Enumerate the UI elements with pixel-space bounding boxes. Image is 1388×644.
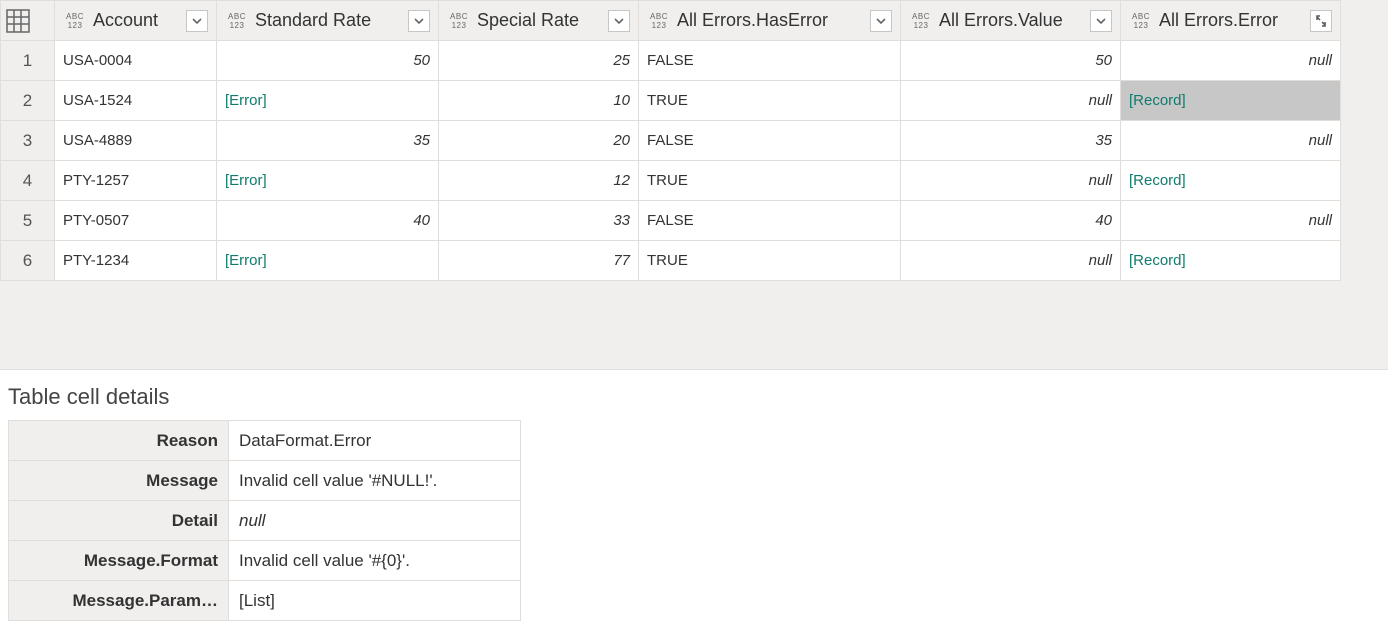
- detail-key: Detail: [9, 501, 229, 541]
- any-type-icon: ABC123: [223, 7, 251, 35]
- data-cell[interactable]: TRUE: [639, 161, 901, 201]
- table-corner-button[interactable]: [1, 1, 55, 41]
- data-cell[interactable]: [Error]: [217, 241, 439, 281]
- data-cell[interactable]: null: [901, 81, 1121, 121]
- column-header[interactable]: ABC123 All Errors.Error: [1121, 1, 1341, 41]
- data-cell[interactable]: [Record]: [1121, 161, 1341, 201]
- detail-value: DataFormat.Error: [229, 421, 521, 461]
- data-cell[interactable]: [Record]: [1121, 241, 1341, 281]
- detail-key: Message: [9, 461, 229, 501]
- column-name: All Errors.HasError: [677, 10, 866, 31]
- data-cell[interactable]: 35: [901, 121, 1121, 161]
- column-filter-button[interactable]: [408, 10, 430, 32]
- detail-value[interactable]: [List]: [229, 581, 521, 621]
- data-cell[interactable]: null: [901, 241, 1121, 281]
- column-filter-button[interactable]: [870, 10, 892, 32]
- column-header[interactable]: ABC123 All Errors.HasError: [639, 1, 901, 41]
- detail-key: Message.Format: [9, 541, 229, 581]
- column-filter-button[interactable]: [186, 10, 208, 32]
- any-type-icon: ABC123: [61, 7, 89, 35]
- column-filter-button[interactable]: [1090, 10, 1112, 32]
- data-cell[interactable]: null: [1121, 121, 1341, 161]
- data-cell[interactable]: 40: [217, 201, 439, 241]
- data-cell[interactable]: 40: [901, 201, 1121, 241]
- row-header[interactable]: 4: [1, 161, 55, 201]
- row-header[interactable]: 2: [1, 81, 55, 121]
- data-cell[interactable]: 25: [439, 41, 639, 81]
- row-header[interactable]: 1: [1, 41, 55, 81]
- data-cell[interactable]: 33: [439, 201, 639, 241]
- any-type-icon: ABC123: [645, 7, 673, 35]
- data-cell[interactable]: PTY-0507: [55, 201, 217, 241]
- column-name: Account: [93, 10, 182, 31]
- data-cell[interactable]: null: [1121, 41, 1341, 81]
- any-type-icon: ABC123: [1127, 7, 1155, 35]
- data-cell[interactable]: PTY-1257: [55, 161, 217, 201]
- column-name: Special Rate: [477, 10, 604, 31]
- data-cell[interactable]: 20: [439, 121, 639, 161]
- data-grid-area: ABC123 Account ABC123 Standard Rate ABC1…: [0, 0, 1388, 370]
- data-cell[interactable]: USA-1524: [55, 81, 217, 121]
- detail-value: null: [229, 501, 521, 541]
- detail-key: Reason: [9, 421, 229, 461]
- column-header[interactable]: ABC123 Standard Rate: [217, 1, 439, 41]
- expand-column-button[interactable]: [1310, 10, 1332, 32]
- data-cell[interactable]: 10: [439, 81, 639, 121]
- details-table: ReasonDataFormat.ErrorMessageInvalid cel…: [8, 420, 521, 621]
- data-cell[interactable]: [Error]: [217, 81, 439, 121]
- row-header[interactable]: 6: [1, 241, 55, 281]
- column-header[interactable]: ABC123 Special Rate: [439, 1, 639, 41]
- data-cell[interactable]: PTY-1234: [55, 241, 217, 281]
- data-cell[interactable]: [Record]: [1121, 81, 1341, 121]
- data-cell[interactable]: 77: [439, 241, 639, 281]
- any-type-icon: ABC123: [907, 7, 935, 35]
- data-cell[interactable]: null: [1121, 201, 1341, 241]
- column-name: All Errors.Error: [1159, 10, 1306, 31]
- data-cell[interactable]: FALSE: [639, 121, 901, 161]
- data-cell[interactable]: FALSE: [639, 41, 901, 81]
- data-cell[interactable]: USA-4889: [55, 121, 217, 161]
- data-cell[interactable]: 12: [439, 161, 639, 201]
- column-filter-button[interactable]: [608, 10, 630, 32]
- column-header[interactable]: ABC123 Account: [55, 1, 217, 41]
- data-cell[interactable]: USA-0004: [55, 41, 217, 81]
- details-title: Table cell details: [0, 370, 1388, 420]
- data-cell[interactable]: TRUE: [639, 81, 901, 121]
- data-cell[interactable]: [Error]: [217, 161, 439, 201]
- data-cell[interactable]: 50: [217, 41, 439, 81]
- column-name: Standard Rate: [255, 10, 404, 31]
- data-cell[interactable]: FALSE: [639, 201, 901, 241]
- column-name: All Errors.Value: [939, 10, 1086, 31]
- detail-value: Invalid cell value '#{0}'.: [229, 541, 521, 581]
- data-cell[interactable]: TRUE: [639, 241, 901, 281]
- row-header[interactable]: 5: [1, 201, 55, 241]
- detail-value: Invalid cell value '#NULL!'.: [229, 461, 521, 501]
- data-cell[interactable]: null: [901, 161, 1121, 201]
- column-header[interactable]: ABC123 All Errors.Value: [901, 1, 1121, 41]
- data-cell[interactable]: 50: [901, 41, 1121, 81]
- row-header[interactable]: 3: [1, 121, 55, 161]
- data-grid: ABC123 Account ABC123 Standard Rate ABC1…: [0, 0, 1341, 281]
- detail-key: Message.Param…: [9, 581, 229, 621]
- data-cell[interactable]: 35: [217, 121, 439, 161]
- any-type-icon: ABC123: [445, 7, 473, 35]
